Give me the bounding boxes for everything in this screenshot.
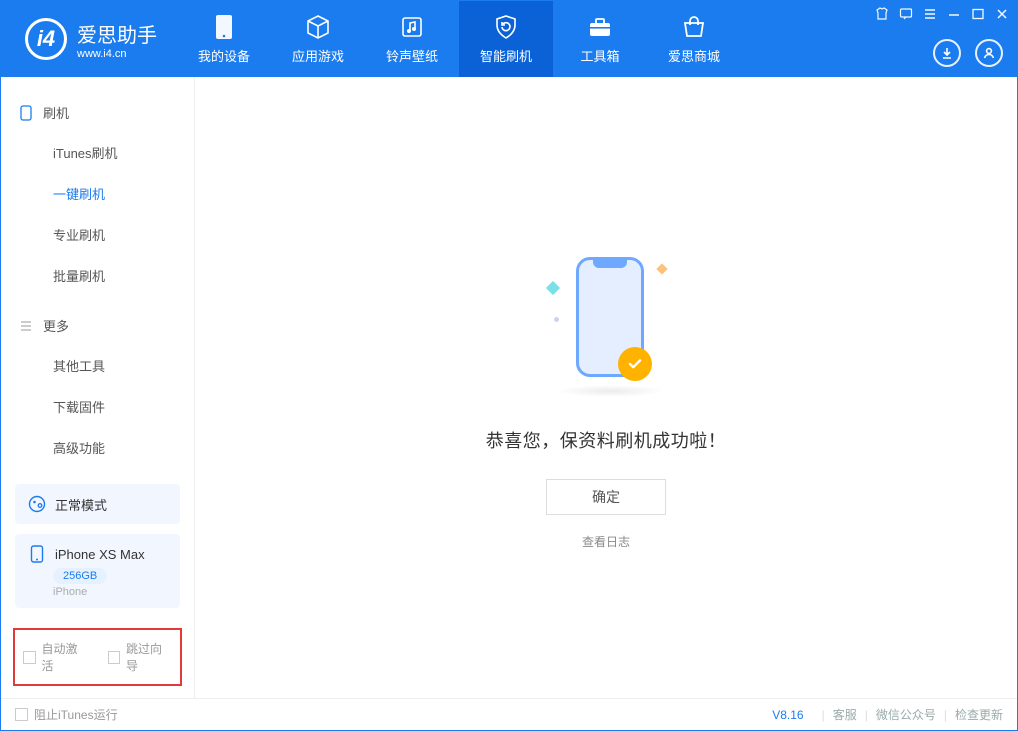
device-icon [27,544,47,564]
checkbox-box [15,708,28,721]
title-bar: i4 爱思助手 www.i4.cn 我的设备 应用游戏 铃声壁纸 智能刷机 [1,1,1017,77]
checkbox-label: 自动激活 [42,640,88,674]
mode-label: 正常模式 [55,495,107,514]
sidebar-item-othertools[interactable]: 其他工具 [1,345,194,386]
minimize-icon[interactable] [947,7,961,24]
sidebar-item-downloadfw[interactable]: 下载固件 [1,386,194,427]
tab-label: 我的设备 [198,46,250,65]
toolbox-icon [587,14,613,40]
logo-icon: i4 [25,18,67,60]
header-tabs: 我的设备 应用游戏 铃声壁纸 智能刷机 工具箱 爱思商城 [177,1,741,77]
footer-link-wechat[interactable]: 微信公众号 [876,706,936,723]
app-body: 刷机 iTunes刷机 一键刷机 专业刷机 批量刷机 更多 其他工具 下载固件 … [1,77,1017,698]
device-capacity: 256GB [53,568,107,584]
device-icon [211,14,237,40]
ok-button[interactable]: 确定 [546,479,666,515]
mode-icon [27,494,47,514]
success-message: 恭喜您，保资料刷机成功啦！ [486,427,727,453]
footer-right: V8.16 | 客服 | 微信公众号 | 检查更新 [772,706,1003,723]
sidebar-content: 刷机 iTunes刷机 一键刷机 专业刷机 批量刷机 更多 其他工具 下载固件 … [1,77,194,474]
tab-store[interactable]: 爱思商城 [647,1,741,77]
version-label: V8.16 [772,708,803,722]
device-card[interactable]: iPhone XS Max 256GB iPhone [15,534,180,608]
feedback-icon[interactable] [899,7,913,24]
sparkle-icon [546,281,560,295]
close-icon[interactable] [995,7,1009,24]
sidebar-item-itunes[interactable]: iTunes刷机 [1,132,194,173]
tab-label: 工具箱 [580,46,619,65]
app-name: 爱思助手 [77,19,157,48]
checkbox-block-itunes[interactable]: 阻止iTunes运行 [15,706,118,723]
title-bar-actions [933,39,1003,67]
checkbox-label: 阻止iTunes运行 [34,706,118,723]
options-highlight: 自动激活 跳过向导 [13,628,182,686]
menu-icon[interactable] [923,7,937,24]
sidebar-item-pro[interactable]: 专业刷机 [1,214,194,255]
tab-ringtones[interactable]: 铃声壁纸 [365,1,459,77]
shadow [556,385,666,397]
sidebar-group-more: 更多 [1,306,194,345]
tab-label: 铃声壁纸 [386,46,438,65]
success-illustration [546,257,666,397]
group-title: 更多 [43,316,69,335]
checkbox-box [23,651,36,664]
sidebar: 刷机 iTunes刷机 一键刷机 专业刷机 批量刷机 更多 其他工具 下载固件 … [1,77,195,698]
refresh-shield-icon [493,14,519,40]
more-icon [19,320,33,332]
sidebar-item-batch[interactable]: 批量刷机 [1,255,194,296]
phone-outline-icon [19,105,33,121]
window-controls-top [875,7,1009,24]
sidebar-item-advanced[interactable]: 高级功能 [1,427,194,468]
group-title: 刷机 [43,103,69,122]
sparkle-icon [656,263,667,274]
skin-icon[interactable] [875,7,889,24]
account-button[interactable] [975,39,1003,67]
tab-apps[interactable]: 应用游戏 [271,1,365,77]
footer-link-update[interactable]: 检查更新 [955,706,1003,723]
sidebar-item-oneclick[interactable]: 一键刷机 [1,173,194,214]
device-type: iPhone [53,586,168,598]
tab-label: 智能刷机 [480,46,532,65]
checkbox-skip-wizard[interactable]: 跳过向导 [108,640,173,674]
main-content: 恭喜您，保资料刷机成功啦！ 确定 查看日志 [195,77,1017,698]
view-log-link[interactable]: 查看日志 [582,533,630,550]
checkbox-label: 跳过向导 [126,640,172,674]
music-icon [399,14,425,40]
download-button[interactable] [933,39,961,67]
footer: 阻止iTunes运行 V8.16 | 客服 | 微信公众号 | 检查更新 [1,698,1017,730]
tab-device[interactable]: 我的设备 [177,1,271,77]
checkbox-auto-activate[interactable]: 自动激活 [23,640,88,674]
sidebar-group-flash: 刷机 [1,93,194,132]
store-icon [681,14,707,40]
footer-link-support[interactable]: 客服 [833,706,857,723]
logo-text: 爱思助手 www.i4.cn [77,19,157,60]
app-logo: i4 爱思助手 www.i4.cn [1,18,177,60]
tab-label: 应用游戏 [292,46,344,65]
tab-label: 爱思商城 [668,46,720,65]
cube-icon [305,14,331,40]
tab-flash[interactable]: 智能刷机 [459,1,553,77]
dot-icon [554,317,559,322]
device-name: iPhone XS Max [55,547,145,562]
device-cards: 正常模式 iPhone XS Max 256GB iPhone [1,474,194,622]
checkbox-box [108,651,121,664]
tab-toolbox[interactable]: 工具箱 [553,1,647,77]
maximize-icon[interactable] [971,7,985,24]
mode-card[interactable]: 正常模式 [15,484,180,524]
app-window: i4 爱思助手 www.i4.cn 我的设备 应用游戏 铃声壁纸 智能刷机 [0,0,1018,731]
check-badge-icon [618,347,652,381]
app-url: www.i4.cn [77,48,157,60]
